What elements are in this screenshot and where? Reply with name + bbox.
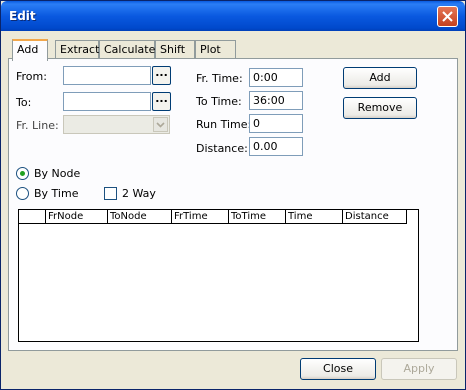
grid-header-distance[interactable]: Distance xyxy=(343,210,407,224)
grid-header-time[interactable]: Time xyxy=(286,210,343,224)
run-time-input[interactable]: 0 xyxy=(249,114,303,133)
two-way-checkbox[interactable] xyxy=(104,187,117,200)
tab-shift[interactable]: Shift xyxy=(155,40,195,60)
tab-plot[interactable]: Plot xyxy=(195,40,236,60)
window-title: Edit xyxy=(9,9,36,23)
by-time-radio[interactable] xyxy=(16,187,29,200)
from-browse-button[interactable]: ... xyxy=(152,66,171,85)
to-time-input[interactable]: 36:00 xyxy=(249,91,303,110)
by-node-radio[interactable] xyxy=(16,167,29,180)
distance-label: Distance: xyxy=(196,142,248,155)
close-window-button[interactable] xyxy=(437,6,458,27)
remove-button[interactable]: Remove xyxy=(343,97,417,119)
tab-label: Plot xyxy=(200,43,221,56)
tab-add[interactable]: Add xyxy=(12,39,48,61)
grid-header-totime[interactable]: ToTime xyxy=(229,210,286,224)
tab-panel-add: From: ... To: ... Fr. Line: Fr. Time: 0:… xyxy=(8,58,458,351)
two-way-label: 2 Way xyxy=(122,187,156,200)
edit-dialog: Edit Add Extract Calculate Shift Plot Fr… xyxy=(0,0,466,390)
by-node-label: By Node xyxy=(34,167,81,180)
to-input[interactable] xyxy=(63,92,151,111)
apply-button[interactable]: Apply xyxy=(381,358,457,380)
close-icon xyxy=(442,11,453,22)
segment-grid[interactable]: FrNode ToNode FrTime ToTime Time Distanc… xyxy=(18,209,419,342)
fr-line-label: Fr. Line: xyxy=(16,119,59,132)
grid-header-frnode[interactable]: FrNode xyxy=(46,210,108,224)
from-input[interactable] xyxy=(63,66,151,85)
to-browse-button[interactable]: ... xyxy=(152,92,171,111)
tab-label: Calculate xyxy=(104,43,156,56)
chevron-down-icon xyxy=(153,117,168,132)
grid-header-frtime[interactable]: FrTime xyxy=(172,210,229,224)
run-time-label: Run Time: xyxy=(196,118,252,131)
by-time-label: By Time xyxy=(34,187,79,200)
tab-label: Shift xyxy=(160,43,186,56)
tab-extract[interactable]: Extract xyxy=(55,40,99,60)
to-time-label: To Time: xyxy=(196,95,242,108)
from-label: From: xyxy=(16,70,47,83)
grid-header: FrNode ToNode FrTime ToTime Time Distanc… xyxy=(19,210,407,224)
tab-label: Add xyxy=(17,43,39,56)
fr-line-select[interactable] xyxy=(63,115,170,134)
grid-header-row-selector xyxy=(19,210,46,224)
add-button[interactable]: Add xyxy=(343,67,417,89)
distance-input[interactable]: 0.00 xyxy=(249,137,303,156)
tab-label: Extract xyxy=(60,43,100,56)
title-bar[interactable]: Edit xyxy=(1,1,465,31)
dialog-client: Add Extract Calculate Shift Plot From: .… xyxy=(4,31,462,387)
fr-time-input[interactable]: 0:00 xyxy=(249,68,303,87)
to-label: To: xyxy=(16,96,32,109)
tab-calculate[interactable]: Calculate xyxy=(99,40,155,60)
grid-header-tonode[interactable]: ToNode xyxy=(108,210,172,224)
close-button[interactable]: Close xyxy=(300,358,376,380)
fr-time-label: Fr. Time: xyxy=(196,72,243,85)
